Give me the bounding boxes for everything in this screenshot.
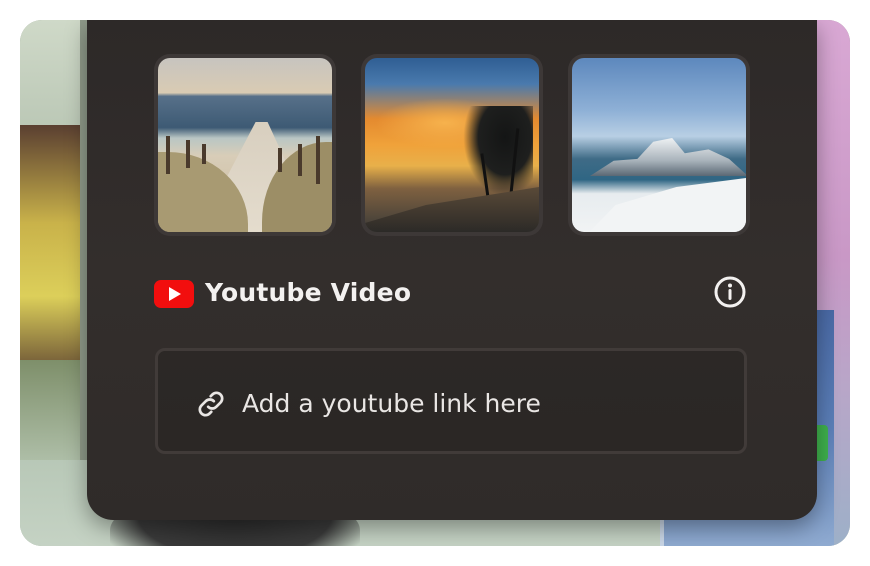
snowy-mountain [590, 138, 746, 176]
background-blur-left-top [20, 20, 80, 140]
fence-post [278, 148, 282, 172]
fence-post [316, 136, 320, 184]
link-icon [198, 391, 224, 417]
youtube-link-input[interactable]: Add a youtube link here [155, 348, 747, 454]
link-input-placeholder: Add a youtube link here [242, 389, 541, 418]
palm-trees [463, 106, 533, 196]
thumbnail-fjord-image [572, 58, 746, 232]
video-call-background: Youtube Video Add a youtube link here [20, 20, 850, 546]
info-circle-icon[interactable] [712, 274, 748, 310]
snowy-shore [589, 178, 746, 232]
background-picker-panel: Youtube Video Add a youtube link here [87, 20, 817, 520]
thumbnail-sunset-image [365, 58, 539, 232]
background-blur-left-mid [20, 125, 80, 370]
fence-post [166, 136, 170, 174]
thumbnail-beach-image [158, 58, 332, 232]
fence-post [186, 140, 190, 168]
thumbnail-beach[interactable] [154, 54, 336, 236]
thumbnail-fjord[interactable] [568, 54, 750, 236]
video-section-title: Youtube Video [205, 278, 412, 307]
youtube-play-icon [154, 280, 194, 308]
fence-post [298, 144, 302, 176]
dark-shore [365, 187, 539, 232]
thumbnail-sunset[interactable] [361, 54, 543, 236]
fence-post [202, 144, 206, 164]
